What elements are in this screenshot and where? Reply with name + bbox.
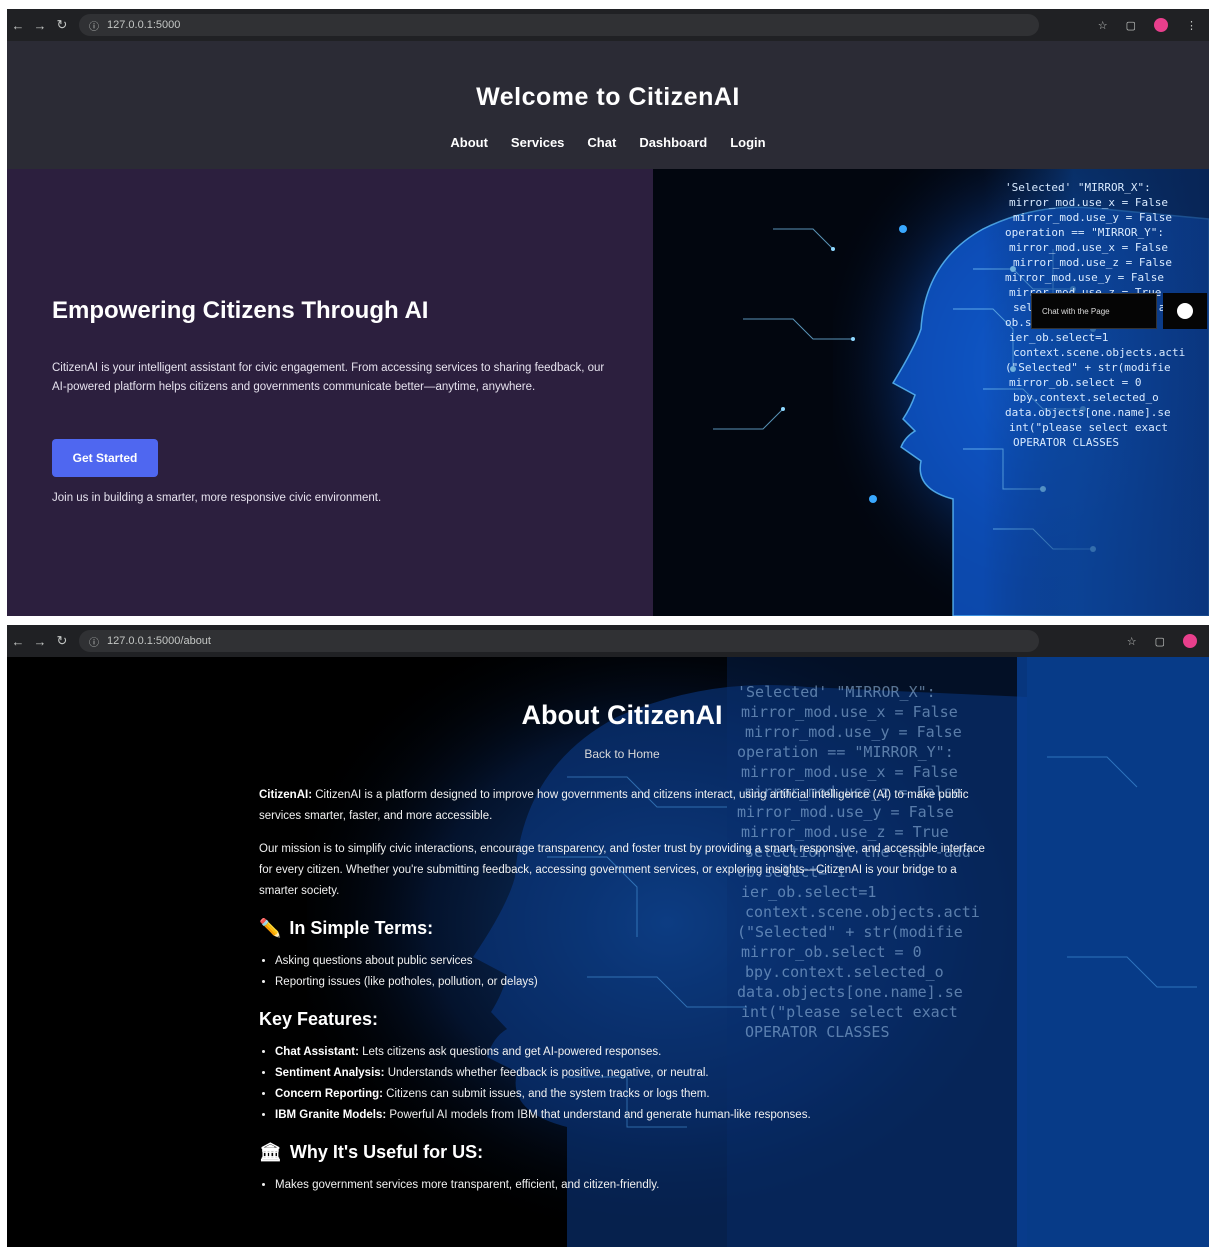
reload-icon[interactable]: ↻ <box>51 17 73 33</box>
site-title: Welcome to CitizenAI <box>476 83 740 111</box>
code-line: mirror_mod.use_z = False <box>1013 256 1172 269</box>
code-line: bpy.context.selected_o <box>1013 391 1159 404</box>
code-line: mirror_mod.use_x = False <box>1009 196 1168 209</box>
code-line: mirror_ob.select = 0 <box>1009 376 1141 389</box>
key-features-heading-text: Key Features: <box>259 1009 379 1029</box>
feature-label: IBM Granite Models: <box>275 1109 387 1121</box>
key-features-list: Chat Assistant: Lets citizens ask questi… <box>259 1042 989 1126</box>
feature-label: Sentiment Analysis: <box>275 1067 385 1079</box>
profile-avatar[interactable] <box>1154 18 1168 32</box>
pencil-icon: ✏️ <box>259 918 282 938</box>
forward-arrow-icon[interactable]: → <box>29 18 51 33</box>
list-item: Concern Reporting: Citizens can submit i… <box>275 1084 989 1105</box>
chat-bubble-icon <box>1177 303 1193 319</box>
simple-terms-list: Asking questions about public services R… <box>259 951 989 993</box>
simple-terms-heading: ✏️ In Simple Terms: <box>259 918 989 939</box>
code-line: mirror_mod.use_x = False <box>741 763 958 781</box>
ai-head-circuit-illustration: 'Selected' "MIRROR_X": mirror_mod.use_x =… <box>653 169 1209 616</box>
nav-chat-link[interactable]: Chat <box>587 135 616 150</box>
why-useful-heading-text: Why It's Useful for US: <box>289 1142 484 1162</box>
code-line: mirror_mod.use_y = False <box>1013 211 1172 224</box>
list-item: IBM Granite Models: Powerful AI models f… <box>275 1105 989 1126</box>
about-page: 'Selected' "MIRROR_X": mirror_mod.use_x =… <box>7 657 1209 1247</box>
hero-heading: Empowering Citizens Through AI <box>52 297 429 324</box>
code-line: 'Selected' "MIRROR_X": <box>1005 181 1151 194</box>
about-screenshot: ← → ↻ ⓘ 127.0.0.1:5000/about ☆ ▢ 'Select… <box>7 625 1209 1247</box>
feature-label: Chat Assistant: <box>275 1046 359 1058</box>
chat-input-label: Chat with the Page <box>1042 306 1110 316</box>
intro-text: CitizenAI is a platform designed to impr… <box>259 789 969 822</box>
feature-text: Lets citizens ask questions and get AI-p… <box>358 1046 662 1058</box>
feature-text: Understands whether feedback is positive… <box>384 1067 709 1079</box>
nav-login-link[interactable]: Login <box>730 135 765 150</box>
code-line: ier_ob.select=1 <box>1009 331 1108 344</box>
nav-dashboard-link[interactable]: Dashboard <box>639 135 707 150</box>
code-line: ("Selected" + str(modifie <box>1005 361 1171 374</box>
code-line: int("please select exact <box>1009 421 1168 434</box>
code-line: OPERATOR CLASSES <box>1013 436 1119 449</box>
site-info-icon[interactable]: ⓘ <box>89 634 99 649</box>
hero-ai-face-image: 'Selected' "MIRROR_X": mirror_mod.use_x =… <box>653 169 1209 616</box>
code-line: data.objects[one.name].se <box>1005 406 1171 419</box>
address-bar[interactable]: ⓘ 127.0.0.1:5000 <box>79 14 1039 36</box>
code-line: mirror_mod.use_x = False <box>1009 241 1168 254</box>
back-to-home-link[interactable]: Back to Home <box>7 747 1209 761</box>
url-text: 127.0.0.1:5000 <box>107 19 181 31</box>
forward-arrow-icon[interactable]: → <box>29 634 51 649</box>
feature-label: Concern Reporting: <box>275 1088 383 1100</box>
back-arrow-icon[interactable]: ← <box>7 18 29 33</box>
reload-icon[interactable]: ↻ <box>51 633 73 649</box>
profile-avatar[interactable] <box>1183 634 1197 648</box>
site-info-icon[interactable]: ⓘ <box>89 18 99 33</box>
get-started-button[interactable]: Get Started <box>52 439 158 477</box>
chat-toggle-button[interactable] <box>1163 293 1207 329</box>
hero-join-text: Join us in building a smarter, more resp… <box>52 492 382 504</box>
code-line: context.scene.objects.acti <box>1013 346 1185 359</box>
why-useful-heading: 🏛 Why It's Useful for US: <box>259 1142 989 1163</box>
main-nav: About Services Chat Dashboard Login <box>7 135 1209 150</box>
chat-input[interactable]: Chat with the Page <box>1031 293 1157 329</box>
back-arrow-icon[interactable]: ← <box>7 634 29 649</box>
feature-text: Citizens can submit issues, and the syst… <box>382 1088 710 1100</box>
menu-kebab-icon[interactable]: ⋮ <box>1186 19 1197 32</box>
extensions-icon[interactable]: ▢ <box>1126 19 1136 32</box>
list-item: Reporting issues (like potholes, polluti… <box>275 972 989 993</box>
home-screenshot: ← → ↻ ⓘ 127.0.0.1:5000 ☆ ▢ ⋮ Welcome to … <box>7 9 1209 616</box>
intro-label: CitizenAI: <box>259 789 313 801</box>
list-item: Sentiment Analysis: Understands whether … <box>275 1063 989 1084</box>
browser-toolbar: ← → ↻ ⓘ 127.0.0.1:5000 ☆ ▢ ⋮ <box>7 9 1209 41</box>
about-content: CitizenAI: CitizenAI is a platform desig… <box>259 785 989 1196</box>
nav-about-link[interactable]: About <box>450 135 488 150</box>
about-title: About CitizenAI <box>521 700 723 730</box>
extensions-icon[interactable]: ▢ <box>1155 635 1165 648</box>
list-item: Makes government services more transpare… <box>275 1175 989 1196</box>
browser-toolbar-about: ← → ↻ ⓘ 127.0.0.1:5000/about ☆ ▢ <box>7 625 1209 657</box>
code-line: 'Selected' "MIRROR_X": <box>737 683 936 701</box>
key-features-heading: Key Features: <box>259 1009 989 1030</box>
intro-paragraph: CitizenAI: CitizenAI is a platform desig… <box>259 785 989 827</box>
feature-text: Powerful AI models from IBM that underst… <box>386 1109 811 1121</box>
mission-paragraph: Our mission is to simplify civic interac… <box>259 843 985 897</box>
code-line: mirror_mod.use_y = False <box>1005 271 1164 284</box>
code-line: operation == "MIRROR_Y": <box>1005 226 1164 239</box>
bookmark-star-icon[interactable]: ☆ <box>1127 635 1137 648</box>
list-item: Asking questions about public services <box>275 951 989 972</box>
list-item: Chat Assistant: Lets citizens ask questi… <box>275 1042 989 1063</box>
address-bar[interactable]: ⓘ 127.0.0.1:5000/about <box>79 630 1039 652</box>
url-text: 127.0.0.1:5000/about <box>107 635 211 647</box>
simple-terms-heading-text: In Simple Terms: <box>289 918 434 938</box>
why-useful-list: Makes government services more transpare… <box>259 1175 989 1196</box>
nav-services-link[interactable]: Services <box>511 135 565 150</box>
bookmark-star-icon[interactable]: ☆ <box>1098 19 1108 32</box>
hero-description: CitizenAI is your intelligent assistant … <box>52 362 605 393</box>
hero-section: Empowering Citizens Through AI CitizenAI… <box>7 169 653 616</box>
site-header: Welcome to CitizenAI About Services Chat… <box>7 41 1209 169</box>
government-building-icon: 🏛 <box>259 1142 282 1162</box>
